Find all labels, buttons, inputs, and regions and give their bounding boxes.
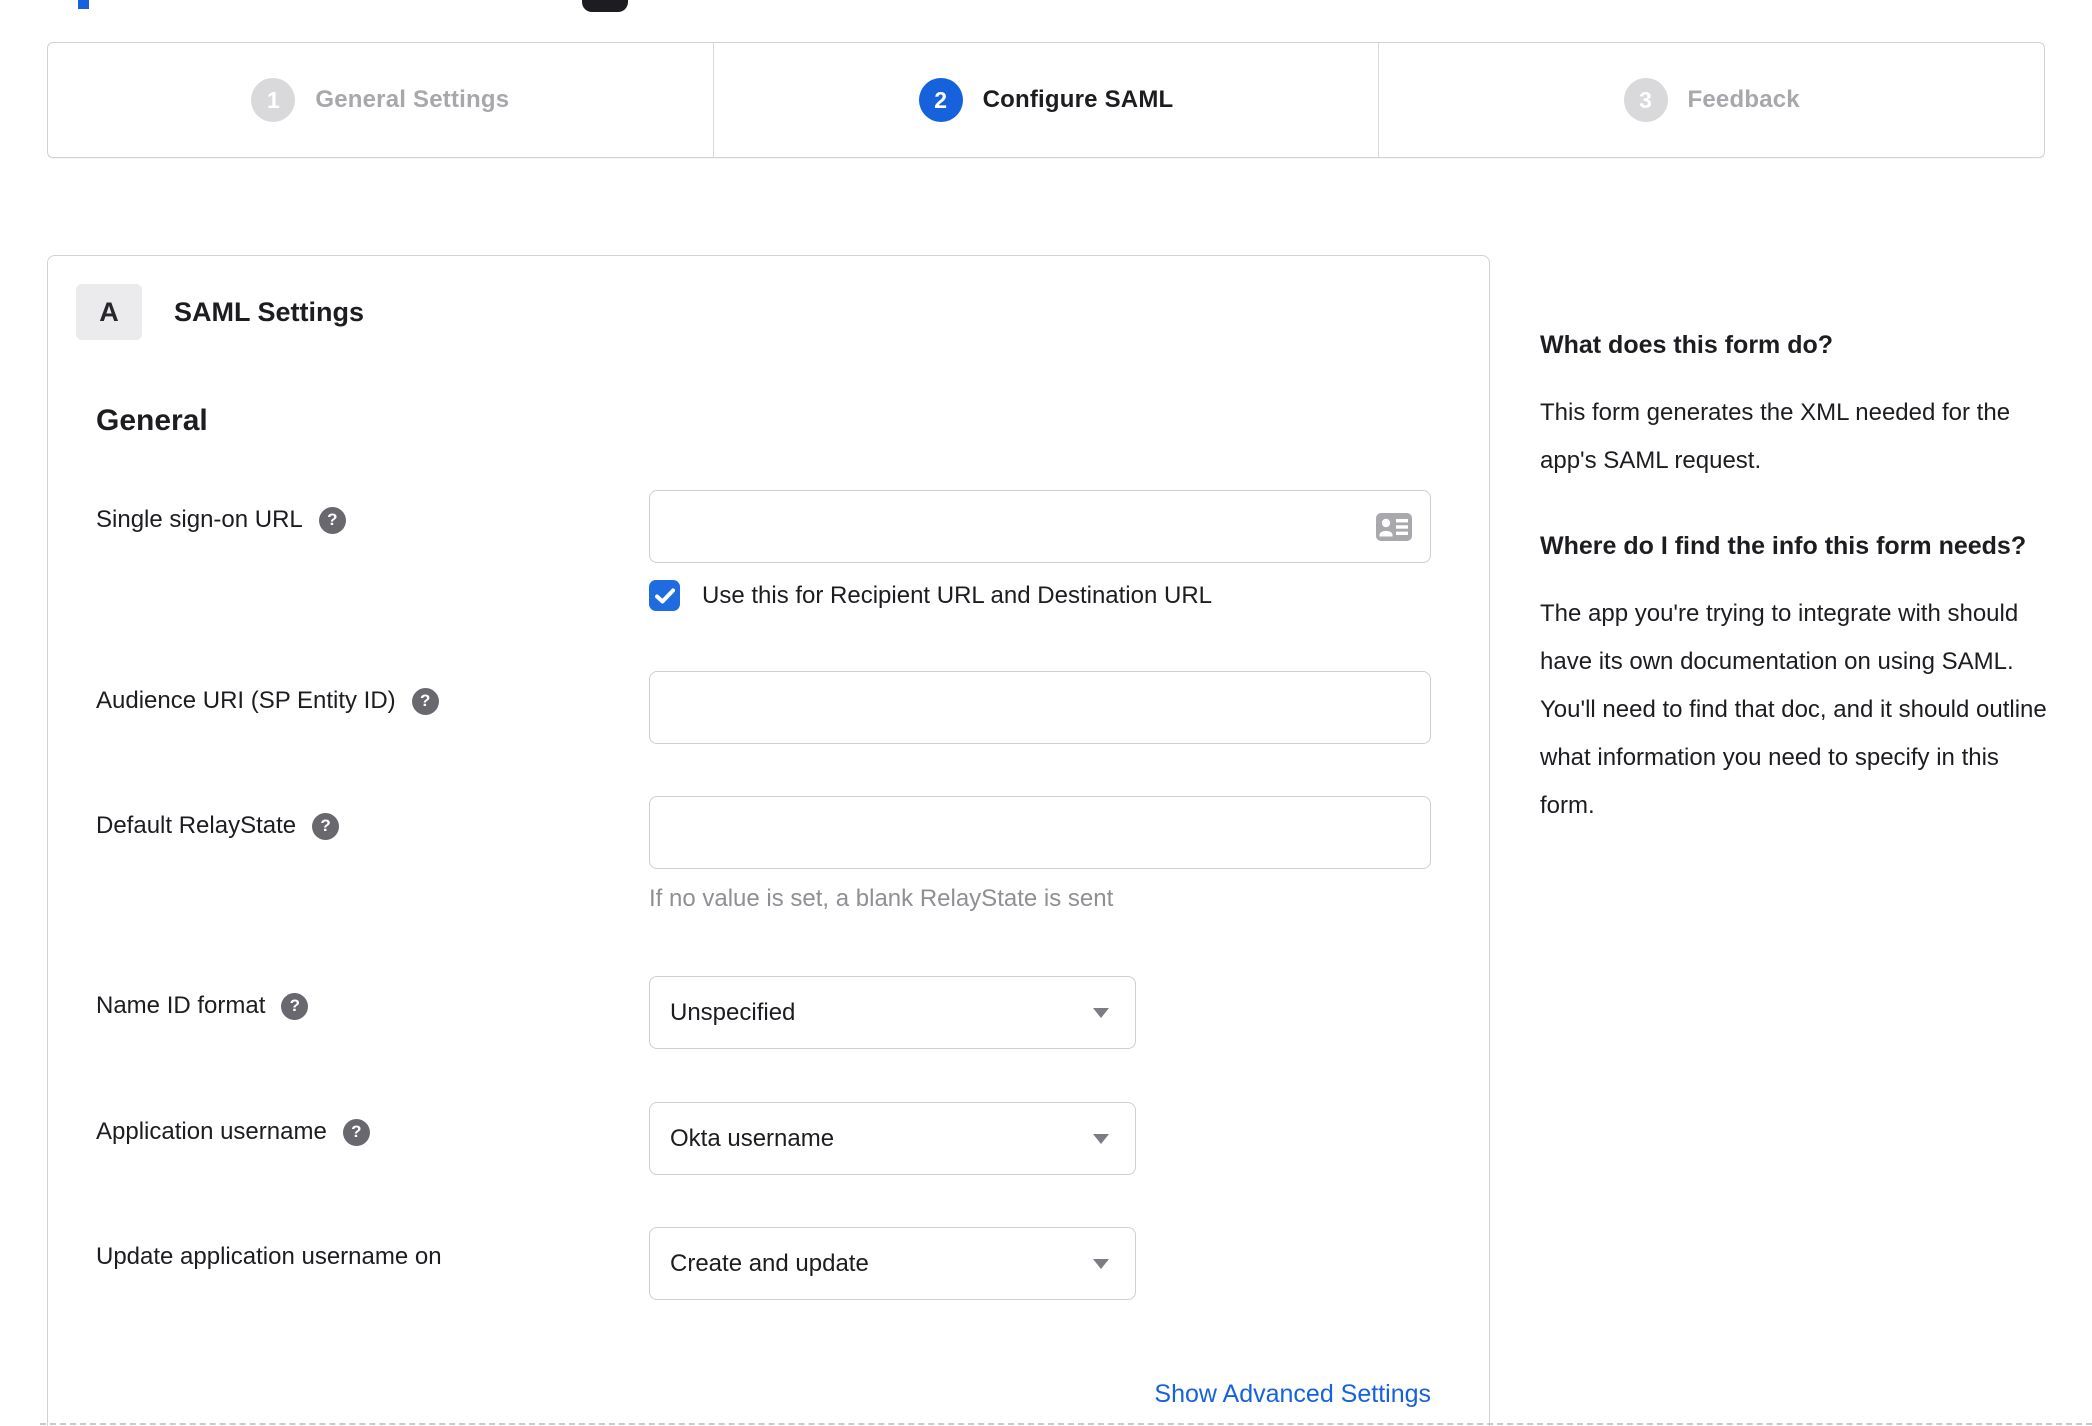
wizard-stepper: 1 General Settings 2 Configure SAML 3 Fe… [47, 42, 2045, 158]
nameid-format-row: Name ID format ? Unspecified [96, 976, 1431, 1049]
help-icon[interactable]: ? [411, 687, 439, 715]
audience-uri-row: Audience URI (SP Entity ID) ? [96, 671, 1431, 744]
sso-url-row: Single sign-on URL ? Use this for Recipi… [96, 490, 1431, 611]
help-icon[interactable]: ? [342, 1118, 370, 1146]
application-username-select[interactable]: Okta username [649, 1102, 1136, 1175]
recipient-url-checkbox[interactable] [649, 580, 680, 611]
recipient-url-checkbox-label[interactable]: Use this for Recipient URL and Destinati… [702, 582, 1212, 610]
audience-uri-input[interactable] [649, 671, 1431, 744]
step-configure-saml[interactable]: 2 Configure SAML [712, 43, 1379, 157]
check-icon [654, 588, 675, 603]
step-number-badge: 2 [918, 78, 963, 122]
step-number-badge: 1 [251, 78, 296, 122]
advanced-settings-row: Show Advanced Settings [96, 1380, 1431, 1409]
update-username-select[interactable]: Create and update [649, 1227, 1136, 1300]
panel-header: A SAML Settings [76, 284, 1489, 340]
step-feedback[interactable]: 3 Feedback [1378, 43, 2044, 157]
help-sidebar: What does this form do? This form genera… [1540, 255, 2060, 874]
help-icon[interactable]: ? [281, 992, 309, 1020]
application-username-row: Application username ? Okta username [96, 1102, 1431, 1175]
nameid-format-label: Name ID format [96, 992, 266, 1019]
sso-url-label: Single sign-on URL [96, 506, 303, 533]
nameid-format-select[interactable]: Unspecified [649, 976, 1136, 1049]
update-username-label: Update application username on [96, 1243, 442, 1270]
help-icon[interactable]: ? [318, 506, 346, 534]
panel-title: SAML Settings [174, 296, 365, 327]
relaystate-hint: If no value is set, a blank RelayState i… [649, 885, 1114, 912]
section-a-badge: A [76, 284, 142, 340]
select-value: Okta username [670, 1124, 835, 1152]
saml-settings-panel: A SAML Settings General Single sign-on U… [47, 255, 1490, 1426]
chevron-down-icon [1093, 1133, 1109, 1144]
step-label: General Settings [315, 86, 510, 113]
step-label: Feedback [1687, 86, 1800, 113]
help-icon[interactable]: ? [312, 812, 340, 840]
step-label: Configure SAML [982, 86, 1174, 113]
sidebar-answer-1: This form generates the XML needed for t… [1540, 399, 2011, 474]
show-advanced-settings-link[interactable]: Show Advanced Settings [1154, 1380, 1431, 1408]
contact-card-icon[interactable] [1375, 512, 1413, 542]
sidebar-question-1: What does this form do? [1540, 331, 1834, 359]
relaystate-label: Default RelayState [96, 812, 297, 839]
application-username-label: Application username [96, 1118, 327, 1145]
recipient-url-checkbox-row: Use this for Recipient URL and Destinati… [649, 580, 1431, 611]
select-value: Unspecified [670, 998, 796, 1026]
chevron-down-icon [1093, 1258, 1109, 1269]
relaystate-row: Default RelayState ? If no value is set,… [96, 796, 1431, 913]
chevron-down-icon [1093, 1007, 1109, 1018]
sso-url-input[interactable] [649, 490, 1431, 563]
sidebar-question-2: Where do I find the info this form needs… [1540, 532, 2027, 560]
logo-fragment [582, 0, 628, 12]
general-section-heading: General [96, 404, 208, 437]
step-general-settings[interactable]: 1 General Settings [48, 43, 713, 157]
step-number-badge: 3 [1623, 78, 1668, 122]
update-username-row: Update application username on Create an… [96, 1227, 1431, 1300]
section-divider-fragment [40, 1423, 2092, 1425]
page-title-fragment [78, 0, 89, 9]
select-value: Create and update [670, 1249, 869, 1277]
sidebar-answer-2: The app you're trying to integrate with … [1540, 600, 2047, 819]
audience-uri-label: Audience URI (SP Entity ID) [96, 687, 396, 714]
relaystate-input[interactable] [649, 796, 1431, 869]
